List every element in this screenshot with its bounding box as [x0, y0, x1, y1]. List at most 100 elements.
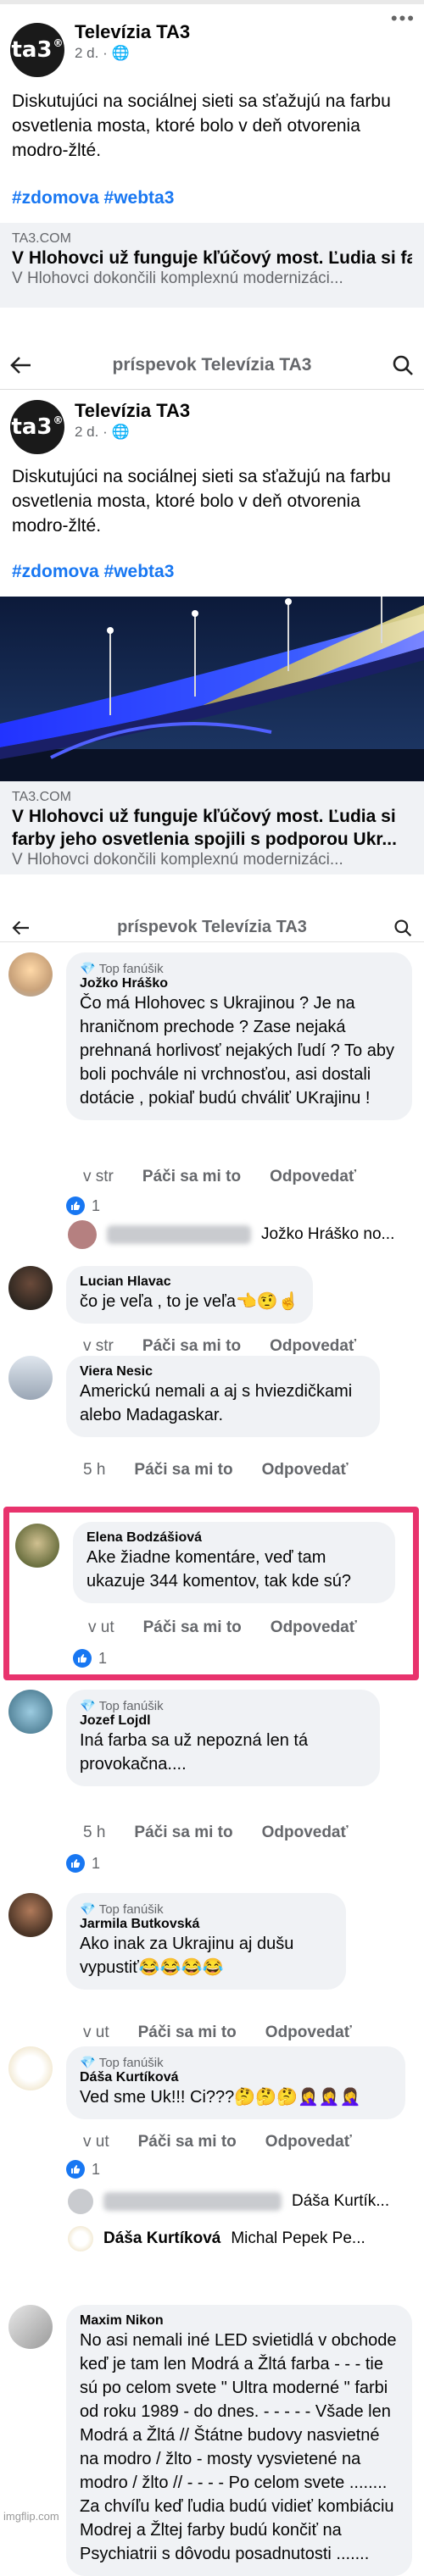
reaction-count[interactable]: 1	[66, 2160, 100, 2179]
like-button[interactable]: Páči sa mi to	[143, 1618, 242, 1637]
reply-preview[interactable]: Dáša Kurtík...	[68, 2189, 389, 2214]
reaction-count[interactable]: 1	[66, 1854, 100, 1873]
avatar[interactable]	[8, 1893, 53, 1937]
commenter-name[interactable]: Jarmila Butkovská	[80, 1917, 332, 1932]
like-button[interactable]: Páči sa mi to	[134, 1461, 232, 1480]
reply-author: Jožko Hráško no...	[261, 1225, 395, 1243]
post-text: Diskutujúci na sociálnej sieti sa sťažuj…	[12, 467, 391, 536]
like-button[interactable]: Páči sa mi to	[142, 1168, 241, 1186]
like-button[interactable]: Páči sa mi to	[138, 2024, 237, 2042]
like-icon	[66, 2160, 85, 2179]
reply-button[interactable]: Odpovedať	[265, 2024, 352, 2042]
avatar	[68, 2226, 93, 2251]
link-title: V Hlohovci už funguje kľúčový most. Ľudi…	[12, 807, 397, 849]
search-icon[interactable]	[382, 354, 424, 376]
back-arrow-icon[interactable]	[0, 356, 42, 375]
reply-button[interactable]: Odpovedať	[270, 1168, 356, 1186]
comment-8: Maxim Nikon No asi nemali iné LED svieti…	[0, 2288, 424, 2576]
back-arrow-icon[interactable]	[0, 920, 42, 935]
reply-text: Michal Pepek Pe...	[231, 2229, 365, 2247]
comment-time: v ut	[83, 2133, 109, 2151]
bridge-photo[interactable]	[0, 597, 424, 781]
post-time: 2 d. · 🌐	[75, 424, 130, 440]
globe-icon: 🌐	[111, 45, 130, 61]
search-icon[interactable]	[382, 919, 424, 937]
blurred-name	[107, 1225, 251, 1244]
comment-bubble[interactable]: Viera Nesic Americkú nemali a aj s hviez…	[66, 1356, 380, 1437]
comment-time: v ut	[88, 1618, 114, 1636]
comment-bubble[interactable]: 💎 Top fanúšik Jarmila Butkovská Ako inak …	[66, 1893, 346, 1990]
avatar	[68, 2189, 93, 2214]
post-1: ta3 ® Televízia TA3 2 d. · 🌐 ••• Diskutuj…	[0, 4, 424, 308]
link-source: TA3.COM	[12, 231, 71, 246]
reply-preview[interactable]: Dáša Kurtíková Michal Pepek Pe...	[68, 2226, 365, 2251]
page-avatar[interactable]: ta3 ®	[10, 400, 64, 454]
like-icon	[66, 1196, 85, 1215]
avatar[interactable]	[8, 952, 53, 997]
watermark: imgflip.com	[3, 2510, 59, 2523]
link-preview[interactable]: TA3.COM V Hlohovci už funguje kľúčový mo…	[0, 223, 424, 308]
post-hashtags[interactable]: #zdomova #webta3	[0, 562, 186, 582]
globe-icon: 🌐	[111, 424, 130, 440]
comment-bubble[interactable]: 💎 Top fanúšik Jozef Lojdl Iná farba sa už…	[66, 1690, 380, 1786]
comment-text: Ake žiadne komentáre, veď tam ukazuje 34…	[86, 1548, 352, 1591]
avatar[interactable]	[8, 2046, 53, 2090]
reply-button[interactable]: Odpovedať	[271, 1618, 357, 1637]
comment-3: Viera Nesic Americkú nemali a aj s hviez…	[0, 1352, 424, 1496]
like-button[interactable]: Páči sa mi to	[138, 2133, 237, 2151]
avatar[interactable]	[8, 1690, 53, 1734]
reaction-count[interactable]: 1	[66, 1196, 100, 1215]
post-time: 2 d. · 🌐	[75, 45, 130, 61]
page-avatar[interactable]: ta3 ®	[10, 23, 64, 77]
reply-button[interactable]: Odpovedať	[265, 2133, 352, 2151]
top-bar-title: príspevok Televízia TA3	[117, 918, 307, 936]
reaction-count[interactable]: 1	[73, 1649, 107, 1668]
commenter-name[interactable]: Lucian Hlavac	[80, 1274, 299, 1290]
commenter-name[interactable]: Viera Nesic	[80, 1364, 366, 1380]
diamond-icon: 💎	[80, 962, 96, 976]
commenter-name[interactable]: Dáša Kurtíková	[80, 2070, 392, 2085]
comment-text: Čo má Hlohovec s Ukrajinou ? Je na hrani…	[80, 994, 394, 1108]
comment-bubble[interactable]: Elena Bodzášiová Ake žiadne komentáre, v…	[73, 1522, 395, 1603]
post-hashtags[interactable]: #zdomova #webta3	[0, 188, 186, 208]
link-description: V Hlohovci dokončili komplexnú modernizá…	[12, 269, 343, 287]
comment-bubble[interactable]: 💎 Top fanúšik Dáša Kurtíková Ved sme Uk!!…	[66, 2046, 405, 2119]
comment-bubble[interactable]: Maxim Nikon No asi nemali iné LED svieti…	[66, 2305, 412, 2576]
link-preview[interactable]: TA3.COM V Hlohovci už funguje kľúčový mo…	[0, 781, 424, 874]
reply-button[interactable]: Odpovedať	[262, 1824, 349, 1842]
page-name[interactable]: Televízia TA3	[75, 21, 190, 43]
more-options-icon[interactable]: •••	[391, 8, 416, 30]
reply-preview[interactable]: Jožko Hráško no...	[68, 1220, 394, 1249]
commenter-name[interactable]: Elena Bodzášiová	[86, 1530, 382, 1546]
like-icon	[73, 1649, 92, 1668]
comment-actions: 5 h Páči sa mi to Odpovedať	[83, 1824, 349, 1842]
comment-actions: v ut Páči sa mi to Odpovedať	[83, 2133, 352, 2151]
top-fan-badge: 💎 Top fanúšik	[80, 2055, 164, 2071]
avatar[interactable]	[8, 1356, 53, 1400]
comment-text: No asi nemali iné LED svietidlá v obchod…	[80, 2331, 397, 2563]
comment-1: 💎 Top fanúšik Jožko Hráško Čo má Hlohovec…	[0, 949, 424, 1249]
commenter-name[interactable]: Maxim Nikon	[80, 2313, 399, 2329]
comment-bubble[interactable]: 💎 Top fanúšik Jožko Hráško Čo má Hlohovec…	[66, 952, 412, 1120]
like-button[interactable]: Páči sa mi to	[134, 1824, 232, 1842]
top-fan-badge: 💎 Top fanúšik	[80, 961, 164, 977]
reply-author: Dáša Kurtíková	[103, 2229, 221, 2247]
blurred-name	[103, 2192, 282, 2211]
comment-text: Iná farba sa už nepozná len tá provokačn…	[80, 1731, 309, 1774]
page-name[interactable]: Televízia TA3	[75, 400, 190, 422]
comment-actions: v ut Páči sa mi to Odpovedať	[88, 1618, 357, 1637]
reply-button[interactable]: Odpovedať	[262, 1461, 349, 1480]
commenter-name[interactable]: Jožko Hráško	[80, 976, 399, 991]
link-title: V Hlohovci už funguje kľúčový most. Ľudi…	[12, 248, 412, 268]
avatar[interactable]	[8, 1266, 53, 1310]
avatar[interactable]	[15, 1524, 59, 1568]
comments-header: príspevok Televízia TA3	[0, 913, 424, 942]
commenter-name[interactable]: Jozef Lojdl	[80, 1713, 366, 1729]
post-2: ta3 ® Televízia TA3 2 d. · 🌐 Diskutujúci …	[0, 391, 424, 925]
comment-actions: v ut Páči sa mi to Odpovedať	[83, 2024, 352, 2042]
comment-4-highlighted: Elena Bodzášiová Ake žiadne komentáre, v…	[0, 1507, 424, 1680]
comment-bubble[interactable]: Lucian Hlavac čo je veľa , to je veľa👈🤨☝	[66, 1266, 313, 1324]
avatar[interactable]	[8, 2305, 53, 2349]
comment-actions: 5 h Páči sa mi to Odpovedať	[83, 1461, 349, 1480]
comment-6: 💎 Top fanúšik Jarmila Butkovská Ako inak …	[0, 1890, 424, 2041]
